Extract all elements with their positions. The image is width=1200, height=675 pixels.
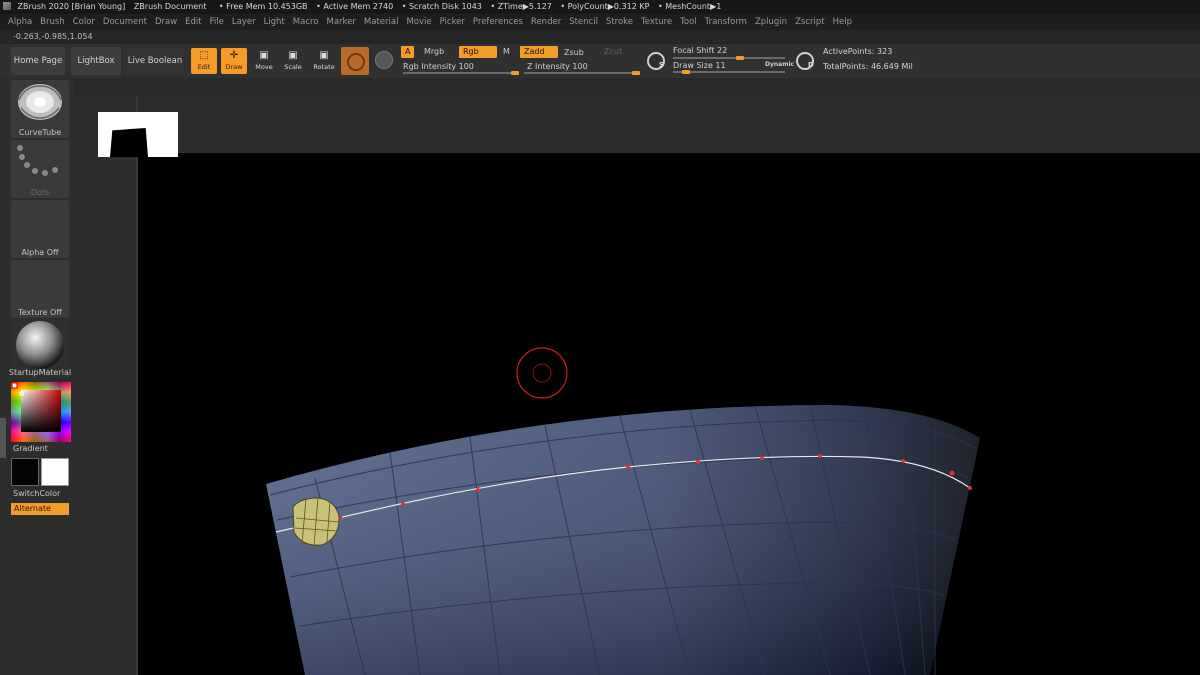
- brush-cursor: [516, 347, 568, 399]
- tube-cap[interactable]: [292, 497, 340, 547]
- curve-point[interactable]: [696, 460, 700, 464]
- curve-point[interactable]: [901, 459, 905, 463]
- viewport-overlay: [266, 347, 980, 675]
- curve-end-point[interactable]: [968, 486, 972, 490]
- curve-point[interactable]: [476, 488, 480, 492]
- curve-point[interactable]: [626, 465, 630, 469]
- curve-point[interactable]: [401, 502, 405, 506]
- curve-point[interactable]: [760, 456, 764, 460]
- mesh-surface[interactable]: [266, 404, 980, 675]
- curve-point[interactable]: [949, 470, 955, 476]
- curve-point[interactable]: [818, 454, 822, 458]
